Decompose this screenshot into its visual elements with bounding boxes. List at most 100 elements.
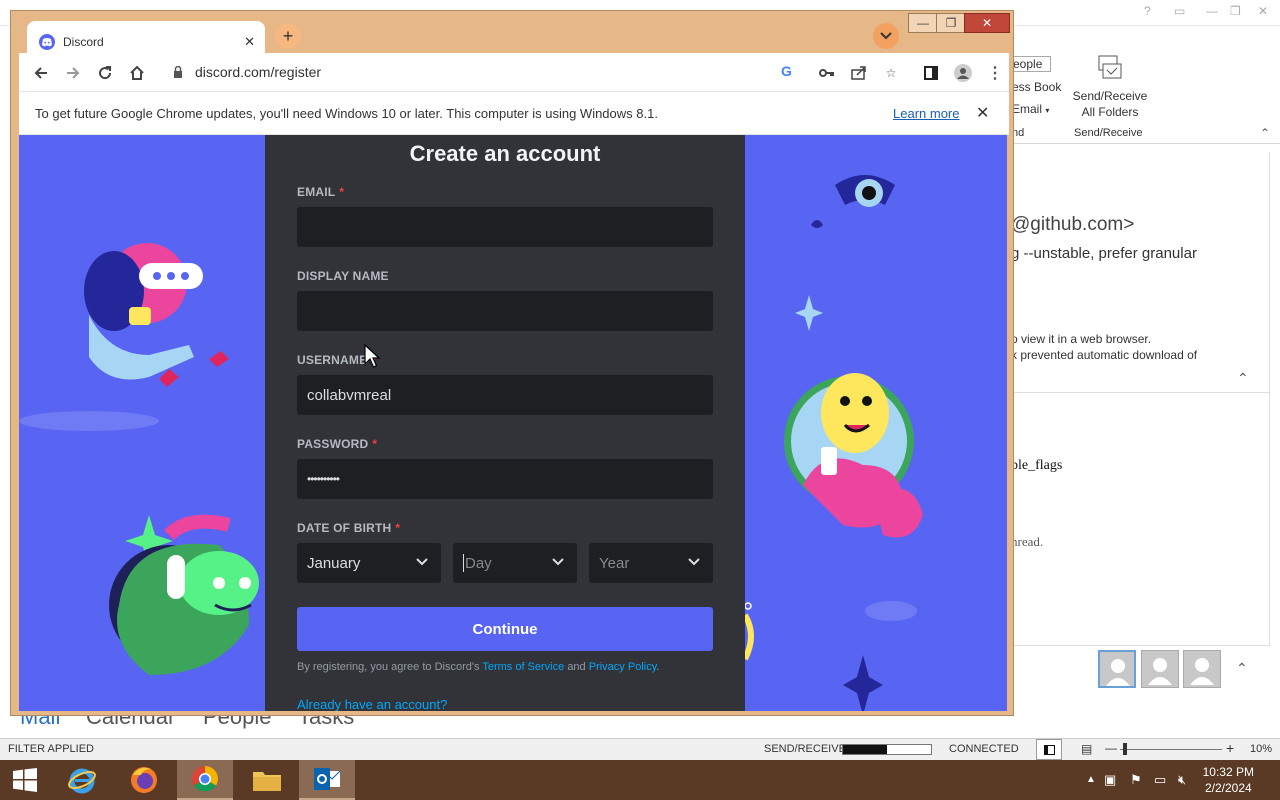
firefox-button[interactable] (116, 760, 172, 800)
search-people-field[interactable]: eople (1012, 56, 1052, 72)
zoom-slider[interactable] (1120, 749, 1222, 750)
filter-email-button[interactable]: Email ▾ (1012, 102, 1049, 116)
tab-close-icon[interactable]: ✕ (244, 34, 255, 50)
infobar-close-icon[interactable]: ✕ (976, 103, 989, 123)
year-select[interactable]: Year (589, 543, 713, 583)
file-explorer-button[interactable] (239, 760, 295, 800)
username-field[interactable]: collabvmreal (297, 375, 713, 415)
profile-avatar-icon[interactable] (953, 63, 973, 83)
clock[interactable]: 10:32 PM 2/2/2024 (1203, 764, 1254, 796)
terms-of-service-link[interactable]: Terms of Service (482, 661, 564, 673)
flag-icon[interactable]: ⚑ (1130, 772, 1142, 788)
expand-people-icon[interactable]: ⌃ (1236, 660, 1248, 677)
action-center-icon[interactable]: ▣ (1104, 772, 1116, 788)
chrome-taskbar-button[interactable] (177, 760, 233, 800)
chevron-down-icon (416, 558, 428, 566)
email-label-text: EMAIL (297, 185, 336, 199)
internet-explorer-button[interactable] (54, 760, 110, 800)
display-name-field[interactable] (297, 291, 713, 331)
bookmark-star-icon[interactable]: ☆ (881, 63, 901, 83)
outlook-taskbar-button[interactable] (299, 760, 355, 800)
terms-suffix: . (656, 661, 660, 673)
zoom-in-icon[interactable]: + (1226, 740, 1234, 756)
discord-register-page: Create an account EMAIL * DISPLAY NAME US… (19, 135, 1007, 711)
minimize-button[interactable]: — (908, 13, 938, 33)
lock-icon (174, 66, 182, 78)
address-bar[interactable]: discord.com/register G (159, 56, 809, 88)
share-icon[interactable] (849, 63, 869, 83)
email-label: EMAIL * (297, 185, 344, 199)
subject-line: g --unstable, prefer granular (1011, 245, 1197, 262)
filter-email-label: Email (1012, 102, 1043, 116)
text-caret (463, 554, 464, 572)
required-mark: * (395, 521, 401, 535)
avatar[interactable] (1098, 650, 1136, 688)
address-book-button[interactable]: ess Book (1012, 80, 1061, 94)
send-receive-status: SEND/RECEIVE (764, 743, 846, 755)
back-button[interactable] (31, 63, 51, 83)
body-text-flags: ble_flags (1011, 458, 1063, 473)
side-panel-icon[interactable] (921, 63, 941, 83)
normal-view-button[interactable] (1036, 739, 1062, 760)
home-button[interactable] (127, 63, 147, 83)
tab-search-button[interactable] (873, 23, 899, 49)
menu-kebab-icon[interactable]: ⋮ (985, 63, 1005, 83)
chevron-down-icon (688, 558, 700, 566)
password-field[interactable]: •••••••••• (297, 459, 713, 499)
send-receive-icon (1098, 55, 1122, 79)
login-link[interactable]: Already have an account? (297, 697, 447, 711)
dob-label: DATE OF BIRTH * (297, 521, 400, 535)
zoom-out-icon[interactable]: — (1105, 741, 1117, 755)
zoom-slider-thumb[interactable] (1123, 743, 1127, 755)
password-key-icon[interactable] (817, 63, 837, 83)
collapse-ribbon-icon[interactable]: ⌃ (1260, 126, 1270, 140)
chrome-window: — ❐ ✕ Discord ✕ + discord.com/register G… (10, 10, 1014, 716)
ribbon-display-icon[interactable]: ▭ (1174, 4, 1185, 18)
restore-icon[interactable]: ❐ (1230, 4, 1241, 18)
learn-more-link[interactable]: Learn more (893, 106, 959, 121)
taskbar: ▲ ▣ ⚑ ▭ 🔇︎ 10:32 PM 2/2/2024 (0, 760, 1280, 800)
avatar[interactable] (1183, 650, 1221, 688)
clock-time: 10:32 PM (1202, 765, 1254, 779)
password-label-text: PASSWORD (297, 437, 369, 451)
username-value: collabvmreal (307, 386, 392, 404)
restore-button[interactable]: ❐ (936, 13, 966, 33)
reload-button[interactable] (95, 63, 115, 83)
privacy-policy-link[interactable]: Privacy Policy (589, 661, 657, 673)
close-icon[interactable]: ✕ (1258, 4, 1268, 18)
volume-muted-icon[interactable]: 🔇︎ (1178, 772, 1186, 788)
google-translate-icon[interactable]: G (781, 63, 792, 79)
help-icon[interactable]: ? (1144, 4, 1151, 18)
forward-button[interactable] (63, 63, 83, 83)
info-line-1: o view it in a web browser. (1011, 332, 1152, 346)
zoom-level: 10% (1250, 743, 1273, 755)
dropdown-icon: ▾ (1045, 106, 1050, 115)
show-hidden-icons[interactable]: ▲ (1086, 774, 1096, 785)
network-icon[interactable]: ▭ (1154, 772, 1166, 788)
discord-favicon (39, 34, 55, 50)
status-bar: FILTER APPLIED SEND/RECEIVE CONNECTED ▤ … (0, 738, 1280, 760)
reading-view-icon[interactable]: ▤ (1081, 742, 1092, 756)
continue-button[interactable]: Continue (297, 607, 713, 651)
close-button[interactable]: ✕ (964, 13, 1010, 33)
day-placeholder: Day (465, 554, 492, 572)
day-select[interactable]: Day (453, 543, 577, 583)
send-receive-progress-fill (843, 745, 887, 754)
home-icon (130, 65, 144, 80)
required-mark: * (372, 437, 378, 451)
send-receive-all-button[interactable]: Send/Receive All Folders (1070, 54, 1150, 120)
email-field[interactable] (297, 207, 713, 247)
new-tab-button[interactable]: + (275, 23, 301, 49)
terms-prefix: By registering, you agree to Discord's (297, 661, 480, 673)
body-text-thread: hread. (1011, 534, 1044, 549)
collapse-header-icon[interactable]: ⌃ (1237, 370, 1249, 387)
month-select[interactable]: January (297, 543, 441, 583)
terms-and: and (567, 661, 586, 673)
avatar[interactable] (1141, 650, 1179, 688)
minimize-icon: — (917, 16, 929, 30)
password-label: PASSWORD * (297, 437, 377, 451)
start-button[interactable] (0, 760, 50, 800)
minimize-icon[interactable]: — (1206, 4, 1218, 18)
chrome-toolbar: discord.com/register G ☆ ⋮ (19, 53, 1009, 91)
background-illustration-left (19, 243, 259, 675)
